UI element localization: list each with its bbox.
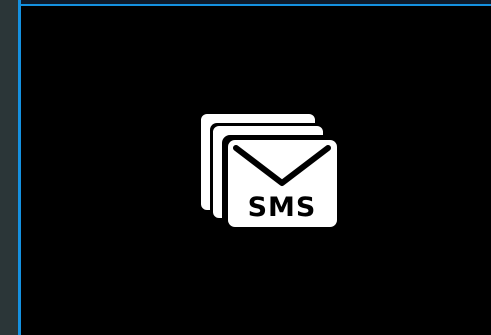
left-window-border [18, 0, 21, 335]
sms-label: SMS [248, 192, 317, 223]
app-window: SMS [0, 0, 491, 335]
top-window-border [18, 4, 491, 6]
sms-envelope-stack-icon: SMS [201, 114, 339, 228]
left-side-panel [0, 0, 18, 335]
sms-messages-icon[interactable]: SMS [199, 110, 339, 228]
